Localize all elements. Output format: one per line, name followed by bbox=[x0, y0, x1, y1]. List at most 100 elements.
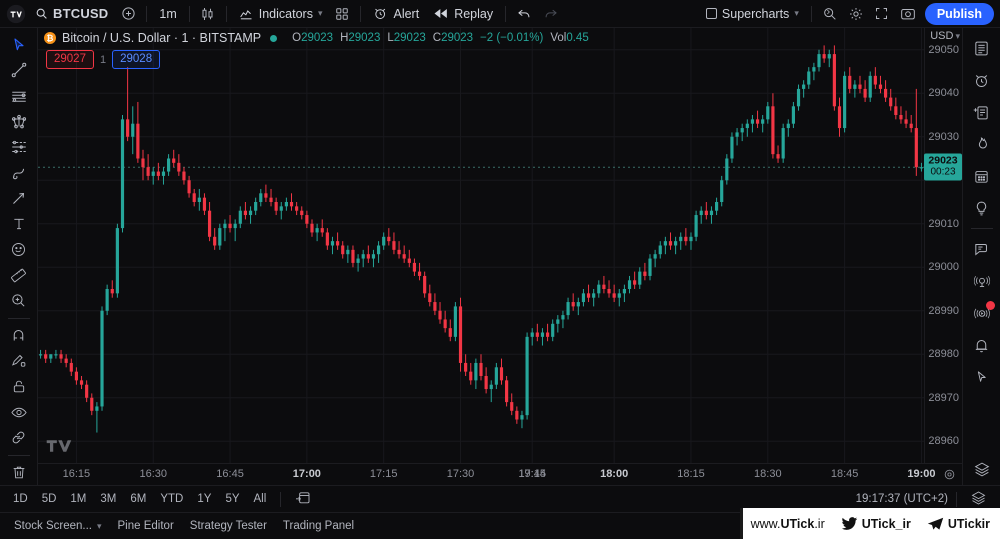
time-axis-tick: 18:15 bbox=[677, 468, 705, 480]
broker-button[interactable] bbox=[967, 266, 997, 296]
redo-button[interactable] bbox=[537, 3, 563, 25]
trend-line-tool-button[interactable] bbox=[4, 59, 34, 83]
price-axis-tick: 29030 bbox=[928, 130, 959, 143]
lock-drawings-button[interactable] bbox=[4, 375, 34, 399]
range-button-ytd[interactable]: YTD bbox=[153, 491, 190, 507]
watchlist-button[interactable] bbox=[967, 33, 997, 63]
object-tree-button[interactable] bbox=[967, 454, 997, 484]
divider bbox=[146, 5, 148, 22]
price-axis-tick: 29050 bbox=[928, 43, 959, 56]
sync-drawings-button[interactable] bbox=[4, 426, 34, 450]
range-button-1y[interactable]: 1Y bbox=[190, 491, 218, 507]
pointer-button[interactable] bbox=[967, 362, 997, 392]
pitchfork-tool-button[interactable] bbox=[4, 110, 34, 134]
trend-line-icon bbox=[11, 63, 26, 78]
time-axis-tick: 19:00 bbox=[907, 468, 936, 480]
hide-drawings-button[interactable] bbox=[4, 400, 34, 424]
data-window-button[interactable] bbox=[967, 97, 997, 127]
range-button-5y[interactable]: 5Y bbox=[218, 491, 246, 507]
drawing-mode-button[interactable] bbox=[4, 349, 34, 373]
currency-selector[interactable]: USD ▾ bbox=[930, 30, 960, 42]
range-button-6m[interactable]: 6M bbox=[123, 491, 153, 507]
undo-button[interactable] bbox=[511, 3, 537, 25]
horizontal-lines-tool-button[interactable] bbox=[4, 84, 34, 108]
indicators-button[interactable]: Indicators ▾ bbox=[232, 3, 330, 25]
arrow-marker-icon bbox=[12, 193, 24, 205]
chart-style-button[interactable] bbox=[195, 3, 221, 25]
stream-button[interactable] bbox=[967, 298, 997, 328]
publish-button[interactable]: Publish bbox=[924, 2, 994, 25]
pine-editor-label: Pine Editor bbox=[117, 520, 174, 532]
divider bbox=[280, 491, 282, 507]
measure-icon bbox=[10, 268, 27, 283]
fib-retracement-tool-button[interactable] bbox=[4, 135, 34, 159]
alerts-button[interactable] bbox=[967, 65, 997, 95]
eye-icon bbox=[10, 407, 27, 417]
add-symbol-button[interactable] bbox=[115, 3, 141, 25]
emoji-tool-button[interactable] bbox=[4, 238, 34, 262]
strategy-tester-tab[interactable]: Strategy Tester bbox=[182, 517, 275, 535]
text-icon bbox=[13, 218, 24, 230]
telegram-handle: UTickir bbox=[927, 517, 990, 531]
time-settings-icon[interactable] bbox=[943, 468, 956, 485]
chevron-down-icon: ▾ bbox=[317, 8, 323, 18]
chat-button[interactable] bbox=[967, 234, 997, 264]
candlestick-plot[interactable] bbox=[38, 28, 924, 463]
website-label: www.UTick.ir bbox=[750, 516, 825, 531]
sell-price-badge[interactable]: 29027 bbox=[46, 50, 94, 69]
replay-button[interactable]: Replay bbox=[426, 3, 500, 25]
interval-selector[interactable]: 1m bbox=[152, 3, 183, 25]
zoom-in-tool-button[interactable] bbox=[4, 289, 34, 313]
chart-area[interactable]: ₿ Bitcoin / U.S. Dollar · 1 · BITSTAMP O… bbox=[38, 28, 962, 485]
chat-icon bbox=[975, 243, 987, 255]
hotlist-button[interactable] bbox=[967, 129, 997, 159]
time-axis[interactable]: 16:15 16:30 16:45 17:00 17:15 17:30 17:44 18:00… bbox=[38, 463, 962, 485]
ideas-button[interactable] bbox=[967, 193, 997, 223]
layout-selector[interactable]: Supercharts ▾ bbox=[699, 3, 806, 25]
pitchfork-icon bbox=[11, 114, 26, 128]
search-icon bbox=[36, 8, 47, 19]
clock-label[interactable]: 19:17:37 (UTC+2) bbox=[856, 493, 956, 505]
fullscreen-button[interactable] bbox=[869, 3, 895, 25]
indicators-label: Indicators bbox=[258, 6, 313, 21]
range-button-3m[interactable]: 3M bbox=[93, 491, 123, 507]
price-axis[interactable]: USD ▾ 29050 29040 29030 29010 29000 28990 2898… bbox=[924, 28, 962, 463]
pine-editor-tab[interactable]: Pine Editor bbox=[110, 517, 182, 535]
stock-screener-tab[interactable]: Stock Screen... ▾ bbox=[6, 517, 110, 535]
arrow-marker-tool-button[interactable] bbox=[4, 187, 34, 211]
twitter-handle: UTick_ir bbox=[841, 517, 911, 531]
calendar-button[interactable] bbox=[967, 161, 997, 191]
notifications-button[interactable] bbox=[967, 330, 997, 360]
settings-button[interactable] bbox=[843, 3, 869, 25]
remove-drawings-button[interactable] bbox=[4, 460, 34, 484]
trading-panel-tab[interactable]: Trading Panel bbox=[275, 517, 362, 535]
range-button-5d[interactable]: 5D bbox=[35, 491, 64, 507]
price-axis-tick: 28990 bbox=[928, 304, 959, 317]
brush-tool-button[interactable] bbox=[4, 161, 34, 185]
divider bbox=[188, 5, 190, 22]
redo-icon bbox=[545, 9, 557, 18]
range-button-1m[interactable]: 1M bbox=[63, 491, 93, 507]
buy-price-badge[interactable]: 29028 bbox=[112, 50, 161, 69]
alert-button[interactable]: Alert bbox=[366, 3, 426, 25]
quick-search-button[interactable] bbox=[817, 3, 843, 25]
measure-tool-button[interactable] bbox=[4, 263, 34, 287]
symbol-search[interactable]: BTCUSD bbox=[28, 3, 115, 25]
fullscreen-icon bbox=[876, 8, 888, 19]
current-price-badge[interactable]: 29023 00:23 bbox=[924, 153, 962, 181]
range-button-all[interactable]: All bbox=[247, 491, 274, 507]
price-axis-tick: 28970 bbox=[928, 391, 959, 404]
link-icon bbox=[12, 431, 25, 444]
cursor-tool-button[interactable] bbox=[4, 33, 34, 57]
snapshot-button[interactable] bbox=[895, 3, 921, 25]
indicators-icon bbox=[240, 10, 252, 20]
tradingview-logo-icon[interactable] bbox=[4, 3, 28, 25]
goto-date-button[interactable] bbox=[288, 488, 318, 510]
magnet-tool-button[interactable] bbox=[4, 323, 34, 347]
range-button-1d[interactable]: 1D bbox=[6, 491, 35, 507]
zoom-in-icon bbox=[12, 294, 25, 307]
indicator-templates-button[interactable] bbox=[329, 3, 355, 25]
text-tool-button[interactable] bbox=[4, 212, 34, 236]
chart-layers-icon bbox=[971, 491, 986, 504]
time-axis-tick: 18:00 bbox=[600, 468, 629, 480]
